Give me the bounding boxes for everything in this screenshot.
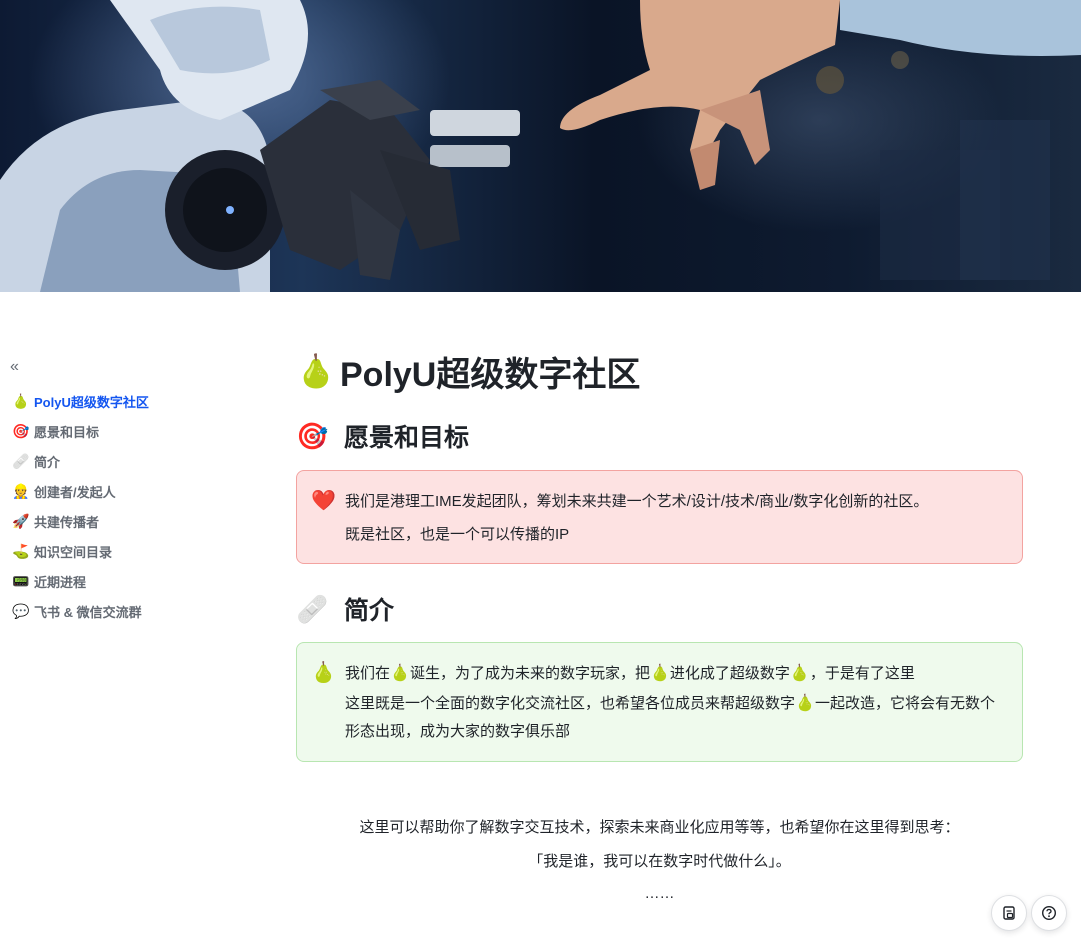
bandage-icon: 🩹: [296, 593, 329, 624]
toc-item-label: 简介: [34, 454, 61, 470]
pear-icon: 🍐: [311, 662, 336, 684]
target-icon: 🎯: [12, 423, 30, 439]
document-info-icon: [1003, 906, 1015, 920]
heading-text: 愿景和目标: [344, 424, 470, 452]
toc-item-knowledge-space[interactable]: ⛳ 知识空间目录: [12, 536, 149, 566]
callout-text: 我们在🍐诞生，为了成为未来的数字玩家，把🍐进化成了超级数字🍐，于是有了这里: [345, 657, 1004, 690]
pear-icon: 🍐: [390, 665, 410, 682]
pager-icon: 📟: [12, 573, 30, 589]
pear-icon: 🍐: [795, 695, 815, 712]
flag-in-hole-icon: ⛳: [12, 543, 30, 559]
toc-item-chat-groups[interactable]: 💬 飞书 & 微信交流群: [12, 596, 149, 626]
collapse-toc-icon[interactable]: «: [10, 358, 28, 376]
document-info-button[interactable]: [991, 895, 1027, 931]
text-run: 诞生，为了成为未来的数字玩家，把: [409, 665, 650, 682]
closing-ellipsis: ……: [644, 885, 675, 902]
heading-intro: 🩹 简介: [296, 589, 394, 629]
closing-line-2: 「我是谁，我可以在数字时代做什么」。: [528, 853, 791, 870]
intro-callout: 🍐 我们在🍐诞生，为了成为未来的数字玩家，把🍐进化成了超级数字🍐，于是有了这里 …: [296, 642, 1023, 762]
help-button[interactable]: [1031, 895, 1067, 931]
page-title-text: PolyU超级数字社区: [340, 355, 641, 394]
speech-bubble-icon: 💬: [12, 603, 30, 619]
heart-icon: ❤️: [311, 490, 336, 512]
toc-item-label: 近期进程: [34, 574, 87, 590]
toc-item-label: 飞书 & 微信交流群: [34, 604, 142, 620]
toc-item-label: 共建传播者: [34, 514, 100, 530]
heading-vision: 🎯 愿景和目标: [296, 416, 469, 456]
closing-line-1: 这里可以帮助你了解数字交互技术，探索未来商业化应用等等，也希望你在这里得到思考：: [359, 819, 960, 836]
page-title: 🍐 PolyU超级数字社区: [296, 346, 640, 396]
text-run: 进化成了超级数字: [669, 665, 790, 682]
rocket-icon: 🚀: [12, 513, 30, 529]
document-page: « 🍐 PolyU超级数字社区 🎯 愿景和目标 🩹 简介 👷 创建者/发起人 🚀…: [0, 0, 1081, 939]
toc-item-founders[interactable]: 👷 创建者/发起人: [12, 476, 149, 506]
toc-item-label: 愿景和目标: [34, 424, 100, 440]
toc-item-polyu-community[interactable]: 🍐 PolyU超级数字社区: [12, 386, 149, 416]
callout-text: 既是社区，也是一个可以传播的IP: [345, 526, 570, 543]
bandage-icon: 🩹: [12, 453, 30, 469]
pear-icon: 🍐: [296, 353, 336, 389]
worker-icon: 👷: [12, 483, 30, 499]
text-run: ，于是有了这里: [809, 665, 915, 682]
heading-text: 简介: [344, 597, 395, 625]
cover-image: [0, 0, 1081, 292]
pear-icon: 🍐: [12, 393, 30, 409]
text-run: 我们在: [345, 665, 391, 682]
toc-item-label: PolyU超级数字社区: [34, 394, 149, 410]
toc-item-label: 创建者/发起人: [34, 484, 116, 500]
toc-item-progress[interactable]: 📟 近期进程: [12, 566, 149, 596]
toc-item-intro[interactable]: 🩹 简介: [12, 446, 149, 476]
pear-icon: 🍐: [649, 665, 670, 682]
toc-item-label: 知识空间目录: [34, 544, 113, 560]
toc-list: 🍐 PolyU超级数字社区 🎯 愿景和目标 🩹 简介 👷 创建者/发起人 🚀 共…: [12, 386, 149, 626]
robot-arm-and-hand-illustration: [0, 0, 1081, 292]
callout-text: 我们是港理工IME发起团队，筹划未来共建一个艺术/设计/技术/商业/数字化创新的…: [345, 493, 929, 510]
toc-item-vision[interactable]: 🎯 愿景和目标: [12, 416, 149, 446]
toc-item-co-builders[interactable]: 🚀 共建传播者: [12, 506, 149, 536]
callout-text: 这里既是一个全面的数字化交流社区，也希望各位成员来帮超级数字🍐一起改造，它将会有…: [345, 690, 1004, 746]
target-icon: 🎯: [296, 420, 329, 451]
pear-icon: 🍐: [789, 665, 810, 682]
help-icon: [1041, 905, 1057, 921]
vision-callout: ❤️ 我们是港理工IME发起团队，筹划未来共建一个艺术/设计/技术/商业/数字化…: [296, 470, 1023, 564]
text-run: 这里既是一个全面的数字化交流社区，也希望各位成员来帮超级数字: [345, 695, 796, 712]
